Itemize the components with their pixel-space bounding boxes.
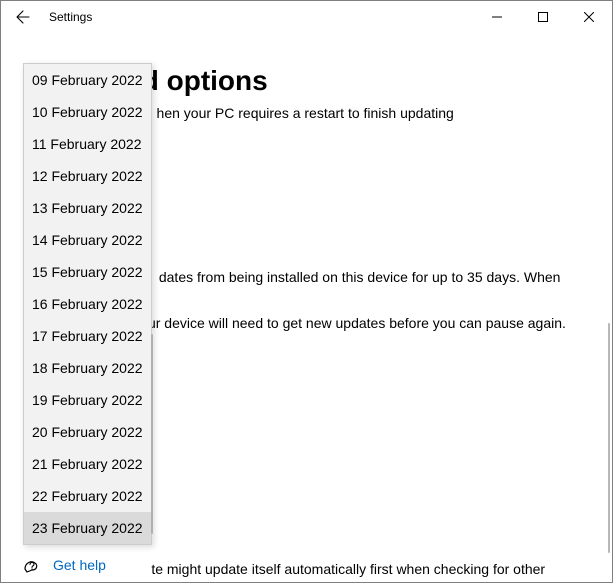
close-button[interactable] [566,1,612,33]
dropdown-item[interactable]: 14 February 2022 [24,224,151,256]
dropdown-item[interactable]: 18 February 2022 [24,352,151,384]
window-controls [474,1,612,33]
dropdown-item[interactable]: 16 February 2022 [24,288,151,320]
dropdown-item[interactable]: 13 February 2022 [24,192,151,224]
dropdown-item[interactable]: 22 February 2022 [24,480,151,512]
maximize-button[interactable] [520,1,566,33]
minimize-button[interactable] [474,1,520,33]
get-help-link[interactable]: Get help [53,557,106,573]
dropdown-item[interactable]: 10 February 2022 [24,96,151,128]
minimize-icon [492,12,502,22]
dropdown-item[interactable]: 09 February 2022 [24,64,151,96]
help-row: Get help [23,556,106,574]
dropdown-scrollbar[interactable] [151,334,153,534]
window-title: Settings [49,10,92,24]
settings-window: Settings Advanced options Show a notific… [0,0,613,583]
page-scrollbar[interactable] [608,323,610,553]
maximize-icon [538,12,548,22]
close-icon [584,12,594,22]
titlebar: Settings [1,1,612,33]
dropdown-item[interactable]: 12 February 2022 [24,160,151,192]
dropdown-item[interactable]: 20 February 2022 [24,416,151,448]
dropdown-item[interactable]: 15 February 2022 [24,256,151,288]
back-arrow-icon [15,9,31,25]
dropdown-item[interactable]: 17 February 2022 [24,320,151,352]
auto-update-text: Your Windows Update might update itself … [25,559,580,579]
dropdown-item[interactable]: 21 February 2022 [24,448,151,480]
help-icon [23,556,41,574]
pause-until-dropdown[interactable]: 09 February 202210 February 202211 Febru… [23,63,152,545]
dropdown-item[interactable]: 23 February 2022 [24,512,151,544]
back-button[interactable] [1,1,45,33]
dropdown-item[interactable]: 11 February 2022 [24,128,151,160]
dropdown-item[interactable]: 19 February 2022 [24,384,151,416]
